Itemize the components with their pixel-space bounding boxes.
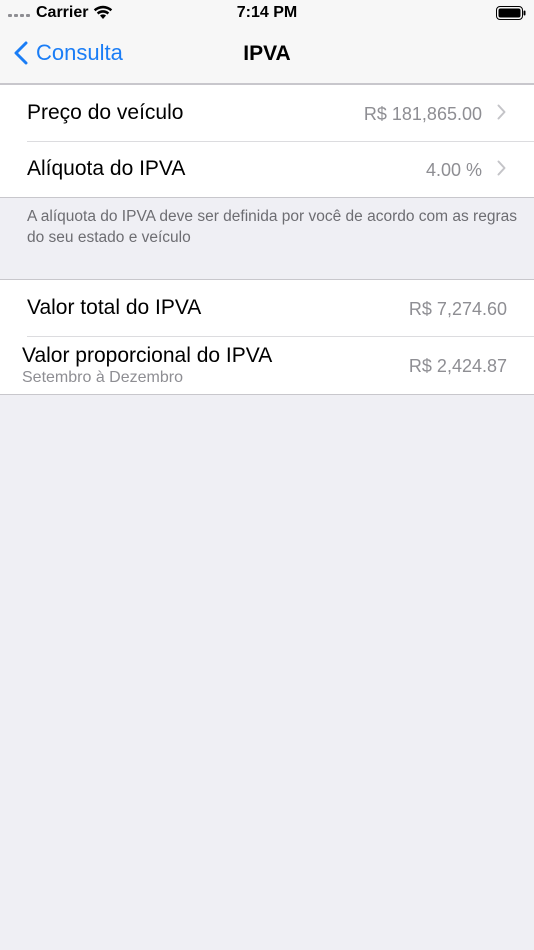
proportional-ipva-label: Valor proporcional do IPVA bbox=[22, 344, 273, 367]
total-ipva-row: Valor total do IPVA R$ 7,274.60 bbox=[0, 280, 534, 336]
ipva-rate-value: 4.00 % bbox=[425, 160, 482, 180]
vehicle-price-label: Preço do veículo bbox=[27, 101, 184, 124]
proportional-period: Setembro à Dezembro bbox=[22, 369, 183, 386]
ipva-rate-label: Alíquota do IPVA bbox=[27, 157, 186, 180]
ipva-rate-row[interactable]: Alíquota do IPVA 4.00 % bbox=[0, 141, 534, 197]
navigation-bar: Consulta IPVA bbox=[0, 26, 534, 84]
chevron-right-icon bbox=[497, 104, 506, 120]
proportional-ipva-value: R$ 2,424.87 bbox=[408, 356, 507, 376]
rate-footnote: A alíquota do IPVA deve ser definida por… bbox=[27, 208, 517, 246]
vehicle-price-value: R$ 181,865.00 bbox=[363, 104, 482, 124]
input-section: Preço do veículo R$ 181,865.00 Alíquota … bbox=[0, 84, 534, 198]
vehicle-price-row[interactable]: Preço do veículo R$ 181,865.00 bbox=[0, 85, 534, 141]
total-ipva-label: Valor total do IPVA bbox=[27, 296, 202, 319]
chevron-right-icon bbox=[497, 160, 506, 176]
total-ipva-value: R$ 7,274.60 bbox=[408, 299, 507, 319]
clock: 7:14 PM bbox=[236, 4, 298, 21]
results-section: Valor total do IPVA R$ 7,274.60 Valor pr… bbox=[0, 279, 534, 395]
page-title: IPVA bbox=[243, 42, 291, 65]
proportional-ipva-row: Valor proporcional do IPVA Setembro à De… bbox=[0, 336, 534, 394]
battery-icon bbox=[496, 6, 526, 20]
status-bar: Carrier 7:14 PM bbox=[0, 0, 534, 26]
